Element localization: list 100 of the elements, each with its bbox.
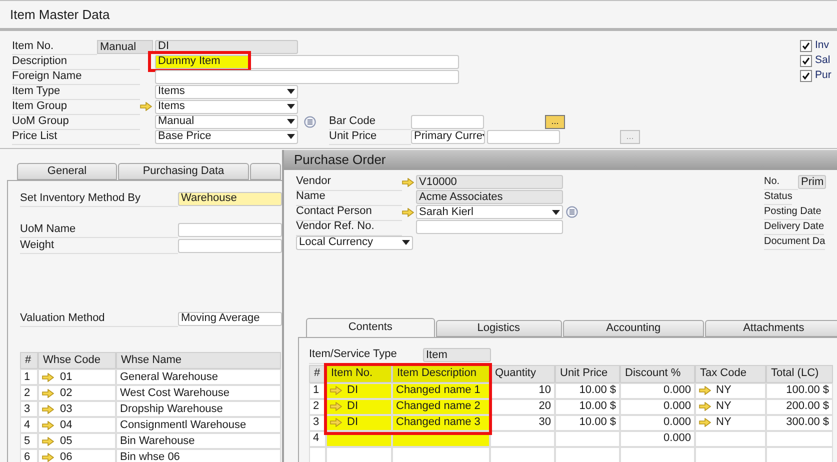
- cell-text: 02: [60, 386, 72, 401]
- row-number: 3: [20, 401, 38, 417]
- dropdown-field[interactable]: Local Currency: [296, 236, 413, 250]
- cell-text: 05: [60, 434, 72, 449]
- cell-text: NY: [716, 383, 732, 398]
- field-label: Item Type: [12, 82, 140, 100]
- field-label: Price List: [12, 128, 140, 146]
- row-number: 2: [309, 398, 326, 414]
- cell-text: DI: [347, 399, 358, 414]
- link-arrow-icon[interactable]: [402, 208, 414, 216]
- column-header: Whse Name: [116, 352, 281, 369]
- input-field[interactable]: Prim: [798, 175, 826, 189]
- cell-text: 04: [60, 418, 72, 433]
- tab[interactable]: [250, 163, 281, 180]
- input-field[interactable]: Acme Associates: [416, 190, 563, 204]
- table-cell: 100.00 $: [766, 382, 833, 398]
- caret-icon: [402, 240, 410, 245]
- link-arrow-icon[interactable]: [699, 386, 711, 395]
- tab[interactable]: Contents: [306, 318, 435, 336]
- table-cell: 0.000: [620, 382, 695, 398]
- input-field[interactable]: Warehouse: [178, 192, 282, 206]
- table-cell: West Cost Warehouse: [116, 385, 281, 401]
- cell-text: NY: [716, 399, 732, 414]
- table-cell: 0.000: [620, 414, 695, 430]
- cell-text: DI: [347, 415, 358, 430]
- link-arrow-icon[interactable]: [699, 402, 711, 411]
- table-cell: 0.000: [620, 398, 695, 414]
- link-arrow-icon[interactable]: [330, 418, 342, 427]
- field-label: UoM Group: [12, 112, 140, 130]
- tab[interactable]: Logistics: [436, 320, 562, 336]
- caret-icon: [287, 89, 295, 94]
- table-cell: 10.00 $: [555, 414, 620, 430]
- cell-text: DI: [347, 383, 358, 398]
- link-arrow-icon[interactable]: [140, 102, 152, 111]
- field-label: Foreign Name: [12, 68, 140, 86]
- input-field[interactable]: [178, 222, 282, 236]
- table-cell: Changed name 2: [392, 398, 490, 414]
- field-label: UoM Name: [20, 220, 178, 238]
- link-arrow-icon[interactable]: [330, 402, 342, 411]
- checkbox[interactable]: [800, 40, 812, 52]
- row-number: 5: [20, 433, 38, 449]
- dropdown-field[interactable]: Items: [155, 100, 298, 114]
- table-cell: [766, 430, 833, 446]
- table-cell: [695, 446, 766, 462]
- table-cell: 30: [490, 414, 555, 430]
- table-cell: 10.00 $: [555, 398, 620, 414]
- link-arrow-icon[interactable]: [402, 178, 414, 186]
- checkbox[interactable]: [800, 70, 812, 82]
- link-arrow-icon[interactable]: [330, 386, 342, 395]
- table-cell: 20: [490, 398, 555, 414]
- tab[interactable]: Accounting: [562, 320, 704, 336]
- field-label: Name: [296, 188, 402, 206]
- tab[interactable]: Attachments: [705, 320, 837, 336]
- dropdown-field[interactable]: Items: [155, 84, 298, 98]
- link-arrow-icon[interactable]: [42, 420, 54, 430]
- link-arrow-icon[interactable]: [42, 404, 54, 414]
- field-label: Valuation Method: [20, 310, 178, 328]
- row-number: 6: [20, 449, 38, 462]
- table-cell: Dropship Warehouse: [116, 401, 281, 417]
- link-arrow-icon[interactable]: [42, 436, 54, 446]
- input-field[interactable]: Item: [423, 348, 491, 362]
- checkbox[interactable]: [800, 55, 812, 67]
- table-cell: Changed name 1: [392, 382, 490, 398]
- input-field[interactable]: V10000: [416, 175, 563, 189]
- input-field[interactable]: DI: [155, 40, 298, 54]
- table-cell: 0.000: [620, 430, 695, 446]
- table-cell: [326, 446, 392, 462]
- input-field[interactable]: [411, 114, 484, 128]
- link-arrow-icon[interactable]: [42, 388, 54, 398]
- input-field[interactable]: [416, 220, 563, 234]
- field-label: Weight: [20, 236, 178, 254]
- link-arrow-icon[interactable]: [42, 372, 54, 382]
- field-label: Document Da: [764, 234, 826, 250]
- cell-text: NY: [716, 415, 732, 430]
- browse-button[interactable]: ...: [545, 114, 565, 128]
- table-cell: Bin Warehouse: [116, 433, 281, 449]
- field-label: Set Inventory Method By: [20, 190, 178, 208]
- list-icon[interactable]: [304, 116, 316, 128]
- dropdown-field[interactable]: Manual: [155, 114, 298, 128]
- input-field[interactable]: Dummy Item: [155, 54, 459, 68]
- cell-text: 03: [60, 402, 72, 417]
- input-field[interactable]: [487, 130, 560, 144]
- input-field[interactable]: [178, 238, 282, 252]
- table-cell: [490, 430, 555, 446]
- tab[interactable]: Purchasing Data: [118, 163, 249, 180]
- field-label: Description: [12, 52, 140, 70]
- table-cell: Consignmentl Warehouse: [116, 417, 281, 433]
- dropdown-field[interactable]: Sarah Kierl: [416, 205, 563, 219]
- input-field[interactable]: Moving Average: [178, 312, 282, 326]
- input-field[interactable]: [155, 70, 459, 84]
- caret-icon: [287, 134, 295, 139]
- series-field[interactable]: Manual: [97, 40, 153, 54]
- link-arrow-icon[interactable]: [42, 452, 54, 462]
- row-number: 4: [20, 417, 38, 433]
- field-label: Delivery Date: [764, 219, 824, 235]
- column-header: #: [20, 352, 38, 369]
- link-arrow-icon[interactable]: [699, 418, 711, 427]
- dropdown-field[interactable]: Base Price: [155, 130, 298, 144]
- tab[interactable]: General: [17, 163, 117, 180]
- list-icon[interactable]: [566, 206, 578, 218]
